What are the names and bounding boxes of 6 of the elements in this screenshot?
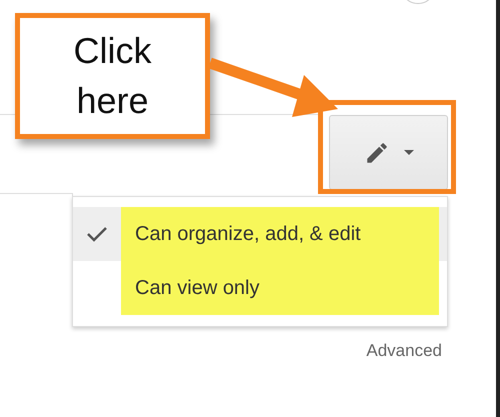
edit-dropdown-button[interactable] <box>329 115 448 190</box>
caret-icon <box>404 150 414 155</box>
callout-text: Click here <box>72 29 152 123</box>
advanced-link[interactable]: Advanced <box>366 341 442 360</box>
check-icon <box>86 226 108 242</box>
menu-item[interactable]: Can organize, add, & edit <box>73 207 447 261</box>
